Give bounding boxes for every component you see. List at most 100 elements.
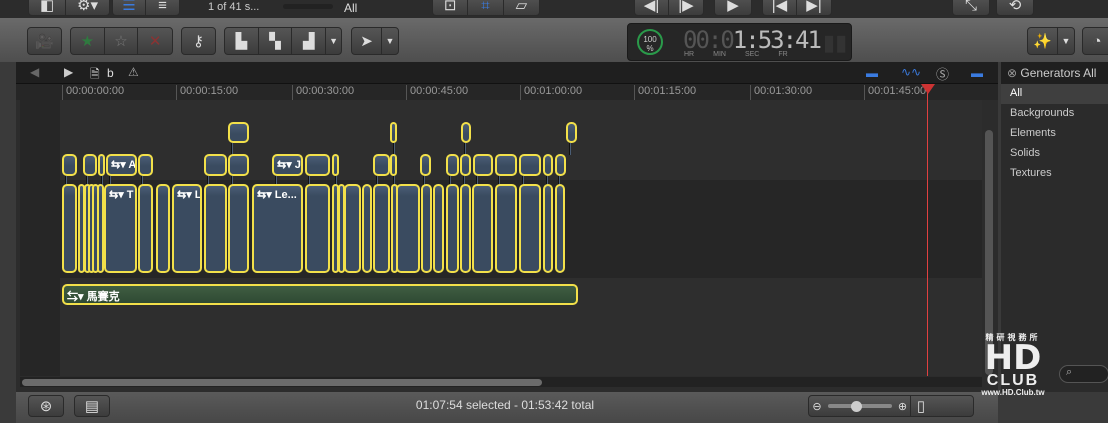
storyline-clip[interactable] [472, 184, 493, 273]
connect-clip-icon[interactable]: ▙ [225, 28, 259, 54]
fullscreen-button[interactable]: ⤡ [952, 0, 990, 16]
connected-clip[interactable] [519, 154, 541, 176]
connected-clip[interactable] [138, 154, 153, 176]
import-button[interactable]: 🎥 [27, 27, 62, 55]
append-clip-icon[interactable]: ▟ [292, 28, 327, 54]
horizontal-scroll-thumb[interactable] [22, 379, 542, 386]
storyline-clip[interactable] [97, 184, 104, 273]
playhead[interactable] [927, 84, 928, 376]
audio-skimming-icon[interactable]: ∿∿ [901, 65, 921, 79]
forward-arrow-icon[interactable]: ▶ [64, 65, 73, 79]
connected-clip-upper[interactable] [228, 122, 249, 143]
connected-clip[interactable] [83, 154, 97, 176]
close-icon[interactable]: ⊗ [1007, 66, 1017, 80]
search-input[interactable]: ⌕ [1059, 365, 1108, 383]
connected-clip[interactable] [390, 154, 397, 176]
filmstrip-view-icon[interactable]: ☰ [113, 0, 147, 15]
storyline-clip[interactable] [543, 184, 553, 273]
clip-height-icon[interactable]: ▯ [911, 396, 931, 416]
next-edit-icon[interactable]: ▶| [797, 0, 831, 15]
clip-appearance-button[interactable]: ⊛ [28, 395, 64, 417]
generator-category-elements[interactable]: Elements [1001, 124, 1108, 144]
storyline-clip[interactable] [433, 184, 444, 273]
connected-clip-upper[interactable] [461, 122, 471, 143]
loop-button[interactable]: ⟲ [996, 0, 1034, 16]
storyline-clip[interactable]: ⇆▾ L [172, 184, 202, 273]
solo-icon[interactable]: Ⓢ [936, 64, 949, 83]
skimming-icon[interactable]: ▬ [866, 66, 878, 80]
connected-clip-upper[interactable] [566, 122, 577, 143]
clip-size-slider[interactable] [283, 4, 333, 9]
connected-clip[interactable] [228, 154, 249, 176]
storyline-clip[interactable] [555, 184, 565, 273]
connected-clip[interactable] [305, 154, 330, 176]
connected-clip[interactable]: ⇆▾ J [272, 154, 303, 176]
keyword-button[interactable]: ⚷ [181, 27, 216, 55]
crop-icon[interactable]: ⌗ [468, 0, 504, 15]
storyline-clip[interactable]: ⇆▾ Le... [252, 184, 303, 273]
generator-category-solids[interactable]: Solids [1001, 144, 1108, 164]
play-button[interactable]: ▶ [714, 0, 752, 16]
prev-edit-icon[interactable]: |◀ [763, 0, 798, 15]
storyline-clip[interactable] [421, 184, 432, 273]
connected-clip[interactable] [373, 154, 390, 176]
generator-category-backgrounds[interactable]: Backgrounds [1001, 104, 1108, 124]
storyline-clip[interactable] [460, 184, 471, 273]
filter-select[interactable]: All [344, 1, 357, 15]
storyline-clip[interactable] [446, 184, 459, 273]
connected-clip[interactable] [62, 154, 77, 176]
audio-clip-mosaic[interactable]: ⇆▾ 馬賽克 [62, 284, 578, 305]
storyline-clip[interactable]: ⇆▾ T [104, 184, 137, 273]
connected-clip[interactable] [204, 154, 227, 176]
tool-select-button[interactable]: ➤ ▼ [351, 27, 399, 55]
storyline-clip[interactable] [305, 184, 330, 273]
connected-clip[interactable] [446, 154, 459, 176]
storyline-clip[interactable] [156, 184, 170, 273]
reject-x-icon[interactable]: ✕ [138, 28, 172, 54]
storyline-clip[interactable] [519, 184, 541, 273]
speed-button[interactable]: ◔ [1082, 27, 1108, 55]
storyline-clip[interactable] [228, 184, 249, 273]
library-toggle-icon[interactable]: ◧ [29, 0, 67, 15]
storyline-clip[interactable] [362, 184, 372, 273]
connected-clip[interactable] [98, 154, 105, 176]
back-arrow-icon[interactable]: ◀ [30, 65, 39, 79]
zoom-out-icon[interactable]: ⊖ [809, 396, 825, 416]
next-frame-icon[interactable]: |▶ [669, 0, 703, 15]
transform-icon[interactable]: ⊡ [433, 0, 469, 15]
storyline-clip[interactable] [138, 184, 153, 273]
connected-clip[interactable] [420, 154, 431, 176]
snapping-icon[interactable]: ▬ [971, 66, 983, 80]
storyline-clip[interactable] [204, 184, 227, 273]
connected-clip[interactable]: ⇆▾ A [106, 154, 137, 176]
edit-options-chevron-icon[interactable]: ▼ [326, 28, 341, 54]
gear-icon[interactable]: ⚙▾ [66, 0, 109, 15]
connected-clip-upper[interactable] [390, 122, 397, 143]
connected-clip[interactable] [473, 154, 493, 176]
storyline-clip[interactable] [62, 184, 77, 273]
connected-clip[interactable] [555, 154, 566, 176]
connected-clip[interactable] [495, 154, 517, 176]
storyline-clip[interactable] [373, 184, 390, 273]
generators-selected-category[interactable]: All [1083, 66, 1096, 80]
timecode-display[interactable]: 00:01:53:41 [683, 26, 822, 54]
prev-frame-icon[interactable]: ◀| [635, 0, 670, 15]
timeline-index-button[interactable]: ▤ [74, 395, 110, 417]
zoom-slider[interactable] [825, 396, 895, 416]
storyline-clip[interactable] [495, 184, 517, 273]
storyline-clip[interactable] [344, 184, 361, 273]
connected-clip[interactable] [332, 154, 339, 176]
connected-clip[interactable] [460, 154, 471, 176]
storyline-clip[interactable] [396, 184, 420, 273]
connected-clip[interactable] [543, 154, 553, 176]
zoom-in-icon[interactable]: ⊕ [895, 396, 911, 416]
time-ruler[interactable]: 00:00:00:00 00:00:15:00 00:00:30:00 00:00:4… [16, 84, 998, 100]
generator-category-textures[interactable]: Textures [1001, 164, 1108, 184]
playhead-handle[interactable] [921, 84, 935, 94]
effects-button[interactable]: ✨ ▼ [1027, 27, 1075, 55]
favorite-star-icon[interactable]: ★ [71, 28, 105, 54]
list-view-icon[interactable]: ≡ [146, 0, 179, 15]
insert-clip-icon[interactable]: ▚ [259, 28, 293, 54]
unrate-star-icon[interactable]: ☆ [105, 28, 139, 54]
generator-category-all[interactable]: All [1001, 84, 1108, 104]
